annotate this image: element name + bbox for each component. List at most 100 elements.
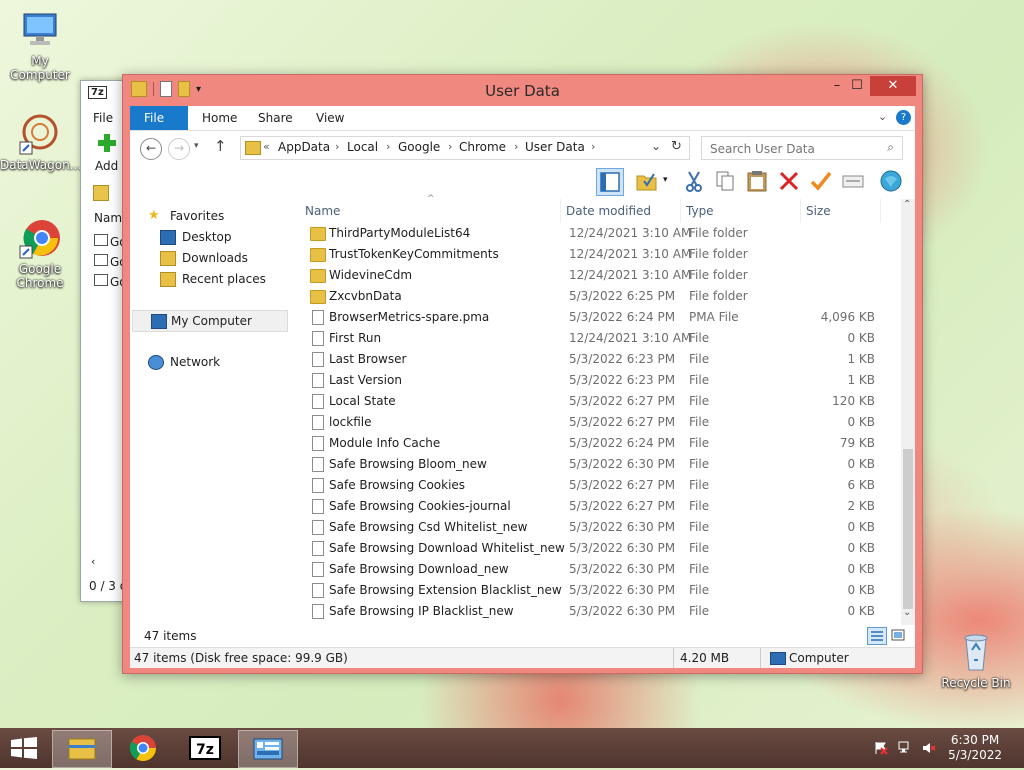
start-button[interactable] (10, 737, 38, 759)
file-icon (312, 415, 324, 430)
search-icon[interactable]: ⌕ (887, 140, 894, 155)
file-row[interactable]: WidevineCdm 12/24/2021 3:10 AM File folder (305, 265, 901, 286)
file-type: File folder (689, 247, 748, 261)
file-row[interactable]: Safe Browsing Download Whitelist_new 5/3/… (305, 538, 901, 559)
desktop-icon-recycle-bin[interactable]: Recycle Bin (936, 630, 1016, 690)
breadcrumb-google[interactable]: Google (398, 140, 440, 154)
recent-locations-icon[interactable]: ▾ (194, 141, 199, 151)
properties-icon[interactable] (840, 168, 866, 194)
downloads-icon (160, 251, 176, 266)
breadcrumb-user-data[interactable]: User Data (525, 140, 585, 154)
scrollbar-thumb[interactable] (903, 449, 913, 609)
folder-options-dropdown-icon[interactable]: ▾ (663, 175, 668, 185)
file-row[interactable]: Safe Browsing Bloom_new 5/3/2022 6:30 PM F… (305, 454, 901, 475)
rename-check-icon[interactable] (808, 168, 834, 194)
preview-pane-icon[interactable] (596, 168, 624, 196)
nav-my-computer[interactable]: My Computer (132, 310, 288, 332)
breadcrumb-separator[interactable]: › (448, 140, 452, 153)
address-dropdown-icon[interactable]: ⌄ (651, 139, 661, 153)
column-header-name[interactable]: Name (305, 199, 560, 223)
breadcrumb-local[interactable]: Local (347, 140, 378, 154)
scroll-up-icon[interactable]: ⌃ (903, 199, 911, 210)
file-row[interactable]: Safe Browsing Cookies-journal 5/3/2022 6:… (305, 496, 901, 517)
help-icon[interactable]: ? (896, 110, 911, 125)
desktop-icon-google-chrome[interactable]: Google Chrome (0, 216, 80, 290)
taskbar-7zip[interactable]: 7z (176, 730, 234, 766)
system-clock[interactable]: 6:30 PM 5/3/2022 (948, 733, 1002, 763)
back-button[interactable]: ← (140, 138, 162, 160)
file-name: Safe Browsing Extension Blacklist_new (329, 583, 562, 597)
breadcrumb-overflow[interactable]: « (263, 140, 270, 153)
nav-network[interactable]: Network (148, 352, 288, 372)
tab-view[interactable]: View (302, 106, 358, 130)
flag-icon[interactable] (874, 741, 888, 755)
maximize-button[interactable]: ☐ (843, 76, 871, 96)
file-row[interactable]: Last Version 5/3/2022 6:23 PM File 1 KB (305, 370, 901, 391)
add-icon[interactable] (97, 133, 117, 153)
vertical-scrollbar[interactable]: ⌃ ⌄ (901, 199, 915, 625)
volume-muted-icon[interactable] (922, 741, 936, 755)
search-box[interactable]: ⌕ (701, 136, 903, 160)
column-header-date[interactable]: Date modified (566, 199, 678, 223)
taskbar-chrome[interactable] (114, 730, 172, 766)
details-view-icon[interactable] (867, 627, 887, 645)
nav-favorites[interactable]: ★ Favorites (148, 206, 288, 226)
tab-share[interactable]: Share (244, 106, 307, 130)
file-row[interactable]: Last Browser 5/3/2022 6:23 PM File 1 KB (305, 349, 901, 370)
refresh-icon[interactable]: ↻ (671, 139, 682, 154)
forward-button[interactable]: → (168, 138, 190, 160)
column-header-type[interactable]: Type (686, 199, 796, 223)
address-bar[interactable]: « AppData › Local › Google › Chrome › Us… (240, 136, 690, 160)
large-icons-view-icon[interactable] (890, 627, 906, 643)
taskbar-control-panel[interactable] (238, 730, 298, 768)
breadcrumb-separator[interactable]: › (335, 140, 339, 153)
breadcrumb-appdata[interactable]: AppData (278, 140, 330, 154)
7zip-up-icon[interactable] (93, 185, 109, 201)
globe-icon[interactable] (878, 168, 904, 194)
up-button[interactable]: ↑ (214, 137, 227, 155)
status-text: 47 items (Disk free space: 99.9 GB) (134, 651, 348, 665)
file-row[interactable]: Safe Browsing Extension Blacklist_new 5/3… (305, 580, 901, 601)
file-row[interactable]: ThirdPartyModuleList64 12/24/2021 3:10 AM… (305, 223, 901, 244)
search-input[interactable] (708, 139, 882, 159)
file-row[interactable]: Safe Browsing Csd Whitelist_new 5/3/2022 … (305, 517, 901, 538)
network-icon (148, 355, 164, 370)
breadcrumb-chrome[interactable]: Chrome (459, 140, 506, 154)
breadcrumb-separator[interactable]: › (386, 140, 390, 153)
file-row[interactable]: Local State 5/3/2022 6:27 PM File 120 KB (305, 391, 901, 412)
nav-recent-places[interactable]: Recent places (160, 269, 290, 289)
tab-home[interactable]: Home (188, 106, 251, 130)
title-bar[interactable]: ▾ User Data – ☐ ✕ (123, 75, 922, 105)
7zip-menu-file[interactable]: File (93, 111, 113, 125)
file-row[interactable]: ZxcvbnData 5/3/2022 6:25 PM File folder (305, 286, 901, 307)
delete-icon[interactable] (776, 168, 802, 194)
breadcrumb-separator[interactable]: › (514, 140, 518, 153)
file-row[interactable]: Safe Browsing Cookies 5/3/2022 6:27 PM Fil… (305, 475, 901, 496)
scroll-down-icon[interactable]: ⌄ (903, 607, 911, 618)
paste-icon[interactable] (744, 168, 770, 194)
copy-icon[interactable] (712, 168, 738, 194)
expand-ribbon-icon[interactable]: ⌄ (878, 110, 887, 123)
folder-options-icon[interactable] (634, 168, 660, 194)
7zip-scroll-left-icon[interactable]: ‹ (91, 555, 95, 568)
nav-desktop[interactable]: Desktop (160, 227, 290, 247)
close-button[interactable]: ✕ (870, 76, 916, 96)
file-row[interactable]: Safe Browsing Download_new 5/3/2022 6:30 … (305, 559, 901, 580)
cut-icon[interactable] (681, 168, 707, 194)
desktop-icon-datawagon[interactable]: DataWagon... (0, 112, 81, 172)
explorer-window[interactable]: ▾ User Data – ☐ ✕ File Home Share View ⌄… (122, 74, 923, 674)
nav-downloads[interactable]: Downloads (160, 248, 290, 268)
file-row[interactable]: lockfile 5/3/2022 6:27 PM File 0 KB (305, 412, 901, 433)
tab-file[interactable]: File (130, 106, 188, 130)
file-row[interactable]: TrustTokenKeyCommitments 12/24/2021 3:10 … (305, 244, 901, 265)
file-row[interactable]: Module Info Cache 5/3/2022 6:24 PM File 79 … (305, 433, 901, 454)
network-icon[interactable] (898, 741, 912, 755)
file-row[interactable]: Safe Browsing IP Blacklist_new 5/3/2022 6… (305, 601, 901, 622)
desktop-icon-my-computer[interactable]: My Computer (0, 8, 80, 82)
file-row[interactable]: First Run 12/24/2021 3:10 AM File 0 KB (305, 328, 901, 349)
taskbar-file-explorer[interactable] (52, 730, 112, 768)
breadcrumb-separator[interactable]: › (591, 140, 595, 153)
file-icon (94, 274, 108, 286)
column-header-size[interactable]: Size (806, 199, 886, 223)
file-row[interactable]: BrowserMetrics-spare.pma 5/3/2022 6:24 PM… (305, 307, 901, 328)
